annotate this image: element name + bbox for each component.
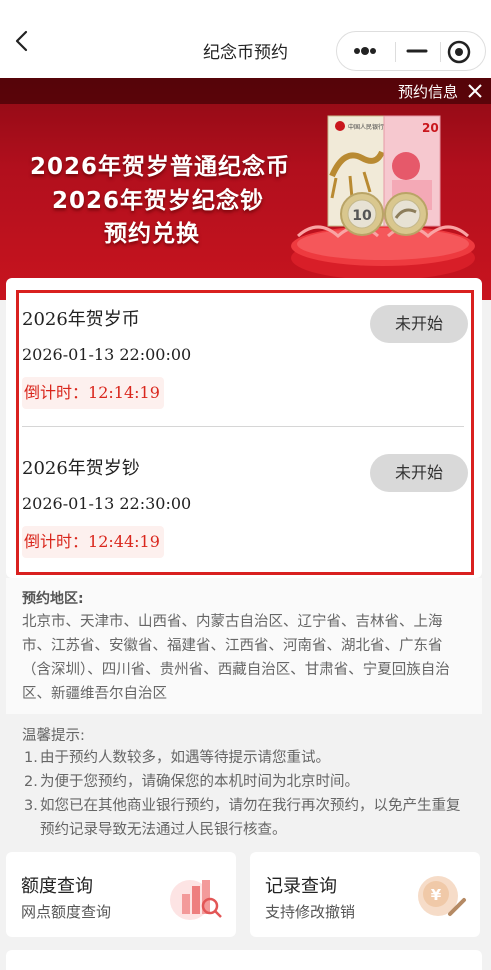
svg-text:10: 10	[352, 208, 372, 224]
region-list: 北京市、天津市、山西省、内蒙古自治区、辽宁省、吉林省、上海市、江苏省、安徽省、福…	[22, 614, 450, 702]
tips-title: 温馨提示:	[22, 728, 85, 744]
countdown-value: 12:14:19	[88, 383, 160, 402]
card-subtitle: 网点额度查询	[21, 903, 112, 921]
minimize-icon[interactable]	[399, 40, 435, 62]
banner-line-1: 2026年贺岁普通纪念币	[30, 154, 291, 180]
card-title: 记录查询	[265, 876, 337, 897]
svg-text:中国人民银行: 中国人民银行	[348, 123, 384, 131]
status-button[interactable]: 未开始	[370, 454, 468, 492]
quota-query-card[interactable]: 额度查询 网点额度查询	[6, 852, 236, 937]
card-subtitle: 支持修改撤销	[265, 903, 356, 921]
promo-banner: 预约信息 2026年贺岁普通纪念币 2026年贺岁纪念钞 预约兑换 中国人民银行…	[0, 78, 491, 300]
item-time: 2026-01-13 22:30:00	[22, 494, 192, 513]
tip-number: 2.	[24, 774, 38, 790]
tips-list: 1. 由于预约人数较多，如遇等待提示请您重试。 2. 为便于您预约，请确保您的本…	[24, 746, 474, 842]
tip-text: 为便于您预约，请确保您的本机时间为北京时间。	[40, 774, 359, 790]
close-icon[interactable]	[466, 82, 484, 100]
item-time: 2026-01-13 22:00:00	[22, 345, 192, 364]
next-card-edge	[6, 950, 482, 970]
region-title: 预约地区:	[22, 591, 84, 607]
tip-text: 如您已在其他商业银行预约，请勿在我行再次预约，以免产生重复预约记录导致无法通过人…	[40, 798, 461, 838]
notice-text[interactable]: 预约信息	[398, 81, 458, 102]
mini-program-capsule	[336, 31, 486, 71]
record-edit-icon: ¥	[418, 876, 466, 916]
countdown-label: 倒计时：	[24, 532, 89, 551]
record-query-card[interactable]: 记录查询 支持修改撤销 ¥	[250, 852, 480, 937]
item-name: 2026年贺岁币	[22, 309, 140, 330]
tip-number: 1.	[24, 750, 38, 766]
close-program-icon[interactable]	[445, 38, 473, 66]
countdown: 倒计时：12:44:19	[22, 526, 164, 558]
quota-search-icon	[170, 880, 222, 920]
banner-line-3: 预约兑换	[104, 221, 200, 247]
svg-text:¥: ¥	[431, 886, 442, 904]
tip-number: 3.	[24, 798, 38, 814]
countdown-label: 倒计时：	[24, 383, 89, 402]
item-divider	[22, 426, 464, 427]
svg-text:20: 20	[422, 121, 439, 135]
tip-text: 由于预约人数较多，如遇等待提示请您重试。	[40, 750, 330, 766]
tip-item: 2. 为便于您预约，请确保您的本机时间为北京时间。	[24, 770, 474, 794]
status-button[interactable]: 未开始	[370, 305, 468, 343]
banner-line-2: 2026年贺岁纪念钞	[52, 188, 265, 214]
countdown-value: 12:44:19	[88, 532, 160, 551]
card-title: 额度查询	[21, 876, 93, 897]
item-name: 2026年贺岁钞	[22, 458, 140, 479]
capsule-divider	[395, 42, 396, 62]
capsule-divider	[440, 42, 441, 62]
navigation-bar: 纪念币预约	[0, 0, 491, 78]
more-dots-icon[interactable]	[351, 40, 385, 62]
tip-item: 1. 由于预约人数较多，如遇等待提示请您重试。	[24, 746, 474, 770]
tip-item: 3. 如您已在其他商业银行预约，请勿在我行再次预约，以免产生重复预约记录导致无法…	[24, 794, 474, 842]
commemorative-coin-banknote-image: 中国人民银行 20 20 10	[291, 115, 475, 280]
countdown: 倒计时：12:14:19	[22, 377, 164, 409]
